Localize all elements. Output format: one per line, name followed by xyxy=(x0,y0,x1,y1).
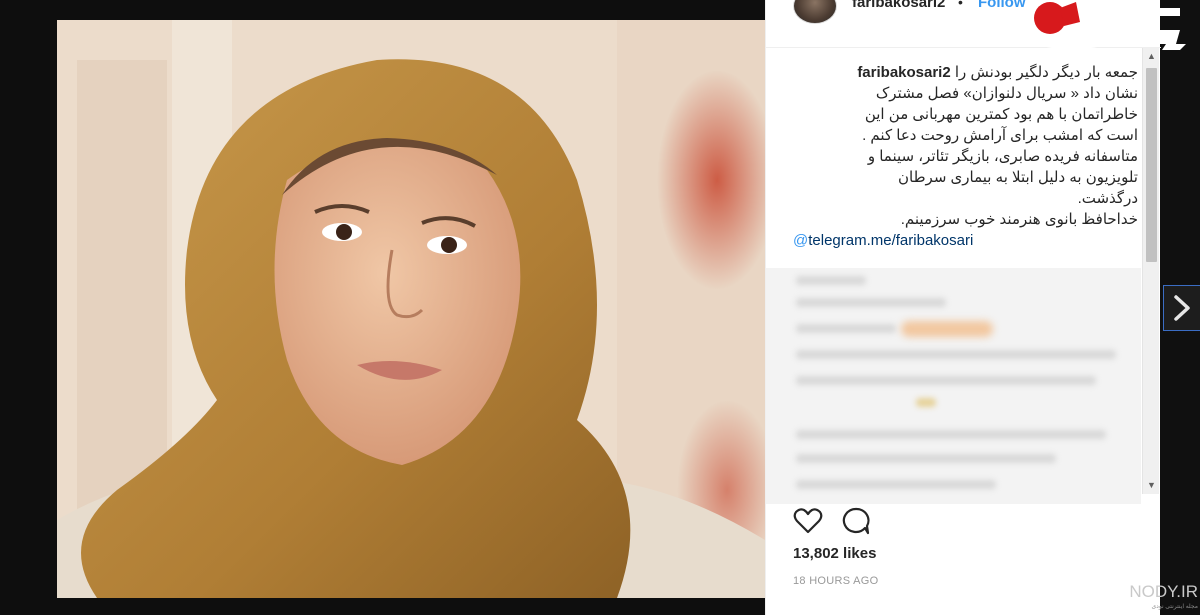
telegram-link[interactable]: @telegram.me/faribakosari xyxy=(793,230,1138,251)
blurred-comment-line xyxy=(796,324,896,333)
likes-count[interactable]: 13,802 likes xyxy=(793,545,876,562)
portrait-illustration xyxy=(57,20,765,598)
post-photo[interactable] xyxy=(57,20,765,598)
caption-line: نشان داد « سریال دلنوازان» فصل مشترک xyxy=(875,85,1138,102)
heart-icon[interactable] xyxy=(793,506,823,536)
link-text[interactable]: telegram.me/faribakosari xyxy=(808,232,973,249)
avatar[interactable] xyxy=(793,0,837,24)
blurred-mention xyxy=(901,321,993,337)
caption-line: خاطراتمان با هم بود کمترین مهربانی من ای… xyxy=(864,106,1138,123)
watermark-logo: NODY.IR xyxy=(1129,582,1198,601)
comment-bubble-icon[interactable] xyxy=(841,506,871,536)
triangle-down-icon[interactable]: ▼ xyxy=(1143,477,1160,494)
blurred-comment-line xyxy=(796,276,866,285)
header-username[interactable]: faribakosari2 xyxy=(852,0,945,11)
watermark-subtext: مجله اینترنتی نودی xyxy=(1151,604,1198,610)
caption-line: متاسفانه فریده صابری، بازیگر تئاتر، سینم… xyxy=(867,148,1138,165)
post-caption: جمعه بار دیگر دلگیر بودنش را faribakosar… xyxy=(793,62,1138,251)
caption-line: جمعه بار دیگر دلگیر بودنش را faribakosar… xyxy=(793,62,1138,83)
blurred-comment-line xyxy=(796,298,946,307)
blurred-comment-line xyxy=(796,376,1096,385)
caption-line: درگذشت. xyxy=(1077,190,1138,207)
header-separator: • xyxy=(958,0,963,10)
blurred-comment-line xyxy=(796,480,996,489)
blurred-comments xyxy=(766,268,1141,504)
site-logo xyxy=(1034,2,1186,50)
blurred-comment-line xyxy=(796,350,1116,359)
backdrop-left xyxy=(0,0,57,615)
caption-text: جمعه بار دیگر دلگیر بودنش را xyxy=(954,64,1138,81)
post-panel: faribakosari2 • Follow جمعه بار دیگر دلگ… xyxy=(765,0,1161,615)
photo-bottom-letterbox xyxy=(57,598,765,615)
triangle-up-icon[interactable]: ▲ xyxy=(1143,48,1160,65)
caption-line: تلویزیون به دلیل ابتلا به بیماری سرطان xyxy=(898,169,1138,186)
chevron-right-icon xyxy=(1174,295,1190,321)
blurred-comment-line xyxy=(796,454,1056,463)
blurred-emoji xyxy=(916,398,936,407)
post-timestamp[interactable]: 18 HOURS AGO xyxy=(793,575,879,587)
follow-button[interactable]: Follow xyxy=(978,0,1026,11)
caption-line: خداحافظ بانوی هنرمند خوب سرزمینم. xyxy=(900,211,1138,228)
caption-username[interactable]: faribakosari2 xyxy=(857,64,950,81)
comments-scrollbar[interactable]: ▲ ▼ xyxy=(1142,48,1159,494)
blurred-comment-line xyxy=(796,430,1106,439)
photo-top-letterbox xyxy=(57,0,765,20)
caption-line: است که امشب برای آرامش روحت دعا کنم . xyxy=(862,127,1138,144)
link-at-sign: @ xyxy=(793,232,809,249)
next-post-button[interactable] xyxy=(1163,285,1200,331)
scrollbar-thumb[interactable] xyxy=(1146,68,1157,262)
